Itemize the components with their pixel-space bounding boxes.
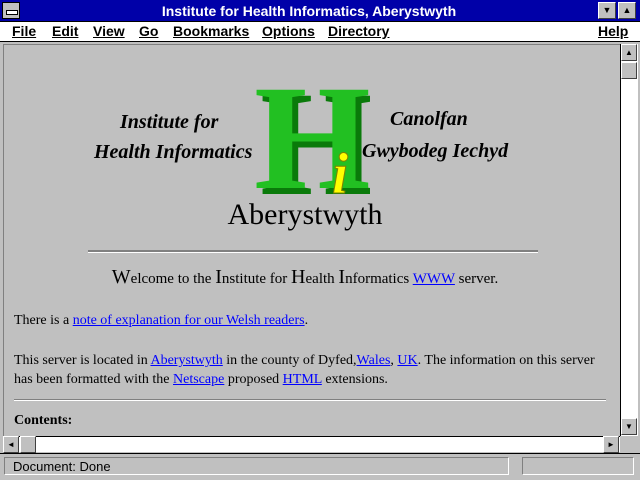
horizontal-rule bbox=[88, 250, 538, 253]
scroll-up-button[interactable]: ▲ bbox=[621, 44, 637, 61]
section-divider bbox=[14, 399, 606, 401]
maximize-button[interactable]: ▲ bbox=[618, 2, 636, 19]
welcome-line: Welcome to the Institute for Health Info… bbox=[111, 266, 499, 288]
html-link[interactable]: HTML bbox=[283, 372, 322, 387]
welsh-note-paragraph: There is a note of explanation for our W… bbox=[14, 313, 309, 328]
scrollbar-corner bbox=[620, 436, 638, 452]
system-menu-icon bbox=[6, 10, 18, 15]
window-title: Institute for Health Informatics, Aberys… bbox=[161, 3, 457, 19]
menu-view[interactable]: View bbox=[93, 23, 125, 40]
netscape-link[interactable]: Netscape bbox=[173, 372, 224, 387]
welsh-note-link[interactable]: note of explanation for our Welsh reader… bbox=[73, 313, 305, 328]
wales-link[interactable]: Wales bbox=[357, 353, 391, 368]
menu-directory[interactable]: Directory bbox=[328, 23, 389, 40]
city-heading: Aberystwyth bbox=[227, 198, 383, 231]
menu-bar: File Edit View Go Bookmarks Options Dire… bbox=[0, 22, 640, 42]
hi-logo-i: i bbox=[332, 141, 348, 200]
menu-file[interactable]: File bbox=[12, 23, 36, 40]
horizontal-scrollbar[interactable]: ◄ ► bbox=[3, 436, 620, 453]
menu-bookmarks[interactable]: Bookmarks bbox=[173, 23, 249, 40]
logo-welsh-text: Canolfan Gwybodeg Iechyd bbox=[362, 103, 508, 167]
vertical-scroll-thumb[interactable] bbox=[621, 62, 637, 79]
title-bar[interactable]: Institute for Health Informatics, Aberys… bbox=[0, 0, 640, 22]
aberystwyth-link[interactable]: Aberystwyth bbox=[150, 353, 222, 368]
vertical-scrollbar[interactable]: ▲ ▼ bbox=[620, 44, 638, 436]
horizontal-scroll-thumb[interactable] bbox=[20, 436, 36, 453]
menu-edit[interactable]: Edit bbox=[52, 23, 78, 40]
www-link[interactable]: WWW bbox=[413, 271, 455, 287]
status-bar: Document: Done bbox=[0, 453, 640, 480]
scroll-right-button[interactable]: ► bbox=[603, 436, 619, 453]
menu-go[interactable]: Go bbox=[139, 23, 158, 40]
menu-options[interactable]: Options bbox=[262, 23, 315, 40]
menu-help[interactable]: Help bbox=[598, 23, 628, 40]
scroll-down-button[interactable]: ▼ bbox=[621, 418, 637, 435]
page-content[interactable]: Institute for Health Informatics H H i C… bbox=[4, 45, 606, 435]
contents-heading: Contents: bbox=[14, 413, 73, 428]
scroll-left-button[interactable]: ◄ bbox=[3, 436, 19, 453]
logo-welsh-line1: Canolfan bbox=[390, 108, 468, 130]
logo-welsh-line2: Gwybodeg Iechyd bbox=[362, 140, 509, 162]
uk-link[interactable]: UK bbox=[397, 353, 417, 368]
system-menu-button[interactable] bbox=[2, 2, 20, 19]
status-text: Document: Done bbox=[4, 457, 509, 475]
location-paragraph: This server is located in Aberystwyth in… bbox=[14, 353, 595, 387]
minimize-button[interactable]: ▼ bbox=[598, 2, 616, 19]
hi-logo-h: H bbox=[254, 75, 370, 200]
progress-indicator bbox=[522, 457, 634, 475]
hi-logo-graphic: H H i bbox=[254, 75, 370, 200]
